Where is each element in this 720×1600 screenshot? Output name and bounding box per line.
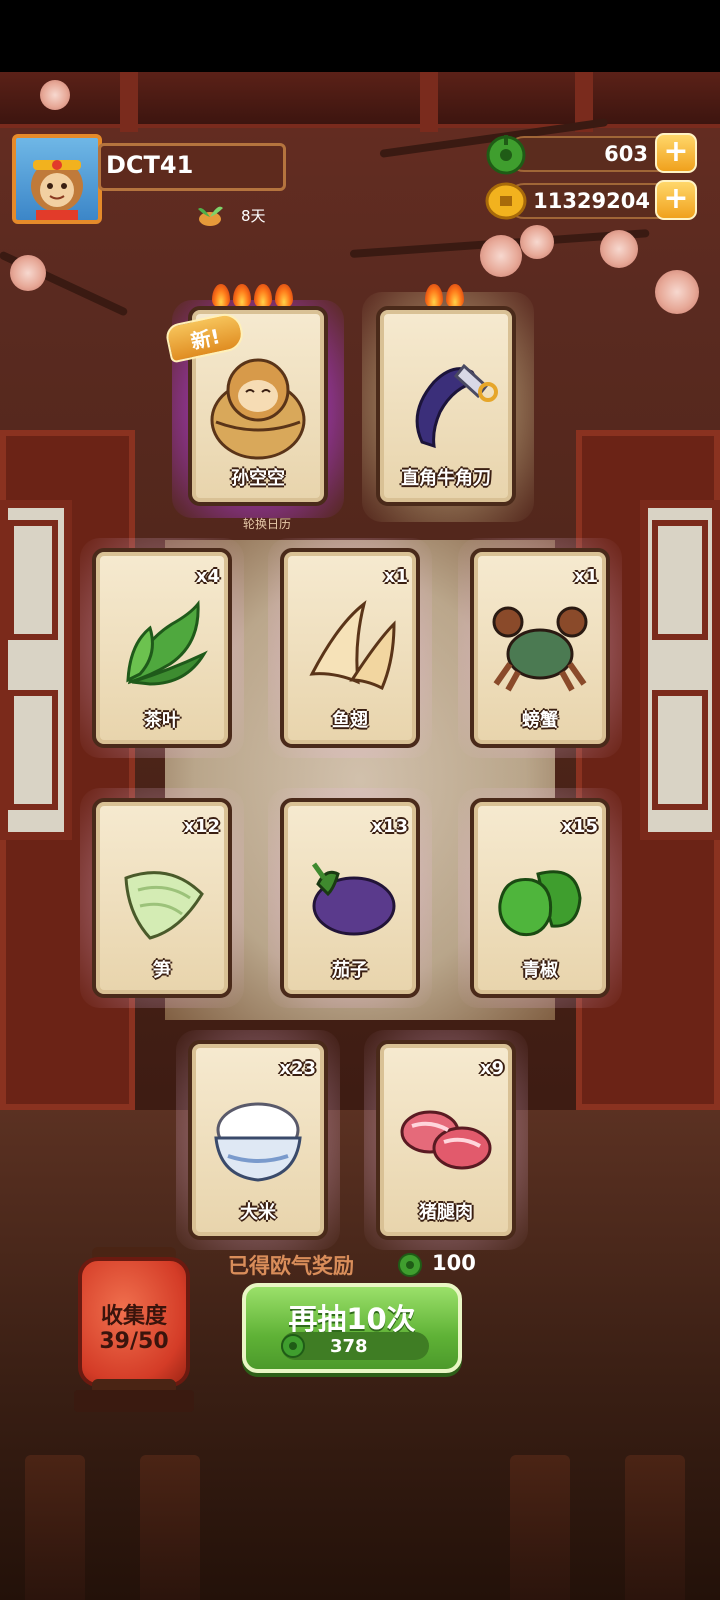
item-quantity: x15 [561,816,598,837]
flame-icon [254,284,272,308]
bamboo-shoot-icon [124,871,204,940]
monkey-hero-icon [210,358,306,460]
jade-coin-icon [281,1334,305,1358]
game-screen: DCT41 8天 603 + 11329204 + 孙空空 新! 直角牛角刀 轮… [0,0,720,1600]
card-label: 青椒 [522,960,558,981]
blossom [10,255,46,291]
item-card-pork-leg[interactable]: x9 猪腿肉 [376,1040,516,1240]
blossom [600,230,638,268]
jade-value: 603 [604,142,648,166]
fence-post [25,1455,85,1600]
monkey-king-avatar-icon [31,160,83,220]
flame-icon [275,284,293,308]
collection-label: 收集度 [100,1304,167,1329]
roof-beam [0,72,720,128]
blossom [520,225,554,259]
item-card-bamboo-shoot[interactable]: x12 笋 [92,798,232,998]
crab-icon [492,606,588,692]
fence-post [625,1455,685,1600]
flame-icon [425,284,443,308]
item-card-shark-fin[interactable]: x1 鱼翅 [280,548,420,748]
card-label: 螃蟹 [522,710,558,731]
jade-coin-icon [398,1253,422,1277]
rotation-calendar-label: 轮换日历 [243,517,292,531]
pork-meat-icon [400,1110,492,1170]
card-label: 直角牛角刀 [401,468,491,489]
flame-icon [212,284,230,308]
card-label: 猪腿肉 [419,1202,473,1223]
luck-reward-value: 100 [432,1251,476,1275]
item-quantity: x4 [195,566,220,587]
item-card-rice[interactable]: x23 大米 [188,1040,328,1240]
collection-count: 39/50 [99,1329,169,1354]
seedling-icon [198,206,223,226]
card-label: 孙空空 [231,468,285,489]
blossom [480,235,522,277]
roof-post [420,72,438,132]
shark-fin-icon [309,600,396,691]
eggplant-icon [311,862,396,936]
draw-cost-value: 378 [330,1336,368,1357]
horn-knife-icon [415,363,498,449]
fence-post [140,1455,200,1600]
status-bar [0,0,720,72]
luck-reward-label: 已得欧气奖励 [228,1254,354,1278]
item-card-tea[interactable]: x4 茶叶 [92,548,232,748]
green-pepper-icon [498,870,582,937]
reward-card-horn-knife[interactable]: 直角牛角刀 [376,306,516,506]
item-quantity: x1 [573,566,598,587]
lantern-stand [74,1390,194,1412]
item-quantity: x9 [479,1058,504,1079]
player-name: DCT41 [106,151,194,179]
tea-leaf-icon [126,599,208,686]
blossom [40,80,70,110]
plus-icon: + [663,134,689,169]
add-jade-button[interactable]: + [655,133,697,173]
add-coin-button[interactable]: + [655,180,697,220]
coin-value: 11329204 [533,189,650,213]
right-lattice [652,520,708,640]
gold-coin-icon [485,182,527,220]
card-label: 大米 [240,1202,276,1223]
left-lattice [8,690,58,810]
card-label: 鱼翅 [332,710,368,731]
blossom [655,270,699,314]
card-label: 茄子 [332,960,368,981]
left-lattice [8,520,58,640]
flame-icon [446,284,464,308]
rice-bowl-icon [214,1102,302,1182]
player-avatar[interactable] [12,134,102,224]
item-card-green-pepper[interactable]: x15 青椒 [470,798,610,998]
right-lattice [652,690,708,810]
item-quantity: x13 [371,816,408,837]
card-label: 茶叶 [144,710,180,731]
item-quantity: x1 [383,566,408,587]
fence-post [510,1455,570,1600]
item-quantity: x12 [183,816,220,837]
item-quantity: x23 [279,1058,316,1079]
item-card-eggplant[interactable]: x13 茄子 [280,798,420,998]
roof-post [120,72,138,132]
jade-coin-icon [486,135,526,175]
plus-icon: + [663,181,689,216]
flame-icon [233,284,251,308]
item-card-crab[interactable]: x1 螃蟹 [470,548,610,748]
days-count: 8天 [241,207,266,225]
card-label: 笋 [153,960,171,981]
